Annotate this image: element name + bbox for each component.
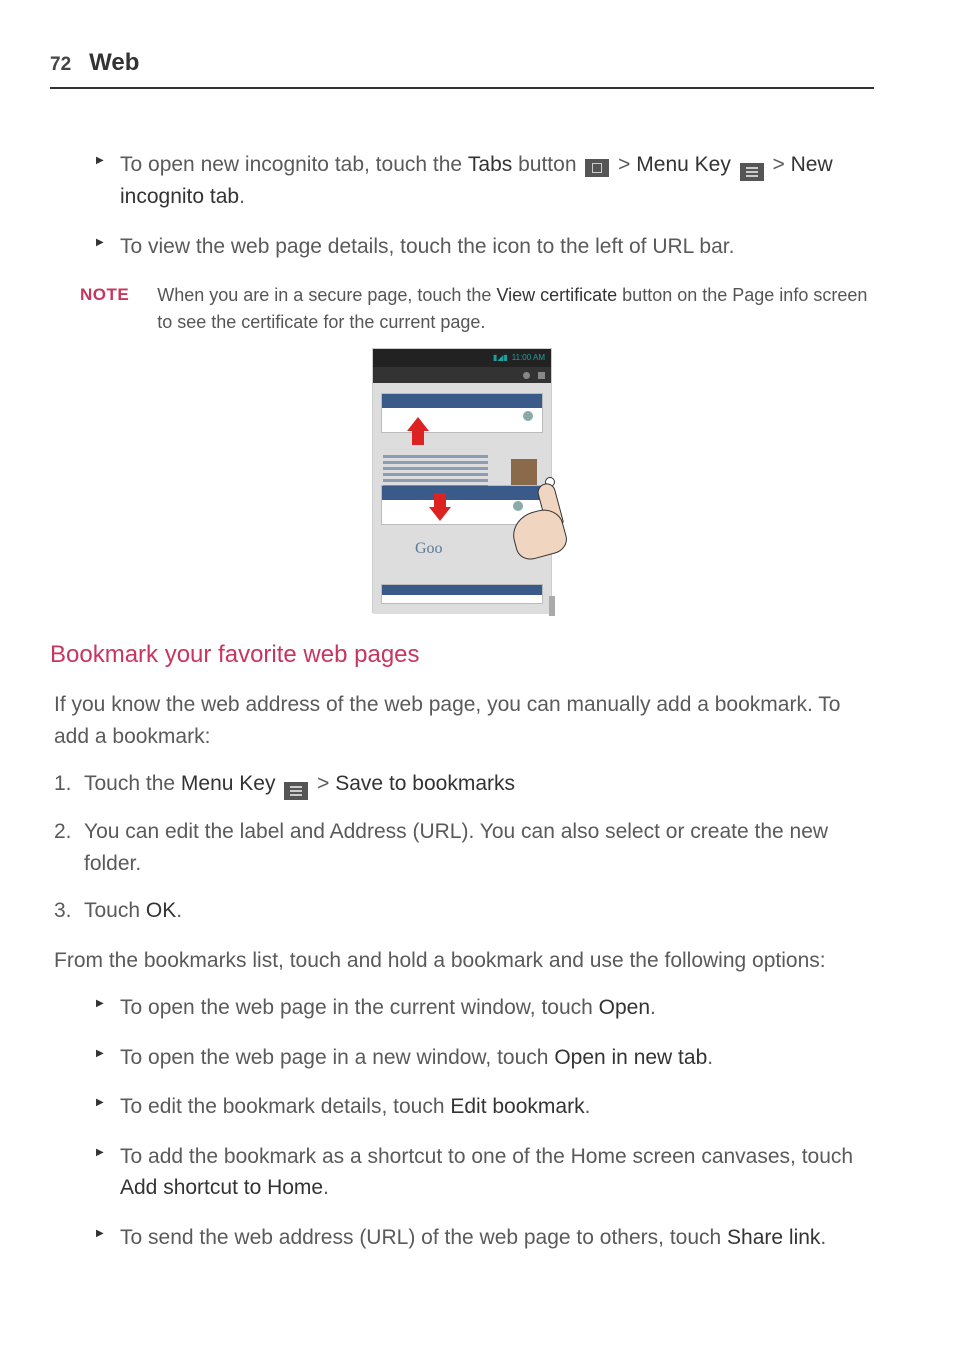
text: To view the web page details, touch the … bbox=[120, 235, 734, 258]
note-block: NOTE When you are in a secure page, touc… bbox=[50, 282, 874, 336]
text: . bbox=[585, 1095, 591, 1118]
text: You can edit the label and Address (URL)… bbox=[84, 820, 828, 875]
ok-label: OK bbox=[146, 899, 176, 922]
open-label: Open bbox=[599, 996, 650, 1019]
tabs-icon bbox=[585, 159, 609, 177]
menu-key-label: Menu Key bbox=[181, 772, 276, 795]
text: . bbox=[176, 899, 182, 922]
page-number: 72 bbox=[50, 51, 71, 80]
open-new-tab-label: Open in new tab bbox=[554, 1046, 707, 1069]
edit-bookmark-label: Edit bookmark bbox=[450, 1095, 584, 1118]
text: Touch the bbox=[84, 772, 181, 795]
card-google-news bbox=[381, 393, 543, 433]
menu-icon bbox=[740, 163, 764, 181]
page-header: 72 Web bbox=[50, 45, 874, 89]
text: To open the web page in the current wind… bbox=[120, 996, 599, 1019]
add-shortcut-label: Add shortcut to Home bbox=[120, 1176, 323, 1199]
text: . bbox=[820, 1226, 826, 1249]
phone-screenshot: ▮◢▮ 11:00 AM Goo bbox=[372, 348, 552, 613]
menu-icon bbox=[284, 782, 308, 800]
page-title: Web bbox=[89, 45, 139, 81]
shadow-edge bbox=[549, 596, 555, 616]
note-text: When you are in a secure page, touch the… bbox=[157, 282, 874, 336]
bookmark-icon bbox=[538, 372, 545, 379]
text: > bbox=[612, 153, 636, 176]
step-number: 1. bbox=[54, 768, 72, 800]
screenshot-body: Goo bbox=[373, 383, 551, 614]
step-number: 2. bbox=[54, 816, 72, 848]
text: To edit the bookmark details, touch bbox=[120, 1095, 450, 1118]
signal-icon: ▮◢▮ bbox=[493, 352, 508, 364]
save-bookmarks-label: Save to bookmarks bbox=[335, 772, 515, 795]
numbered-steps: 1. Touch the Menu Key > Save to bookmark… bbox=[50, 768, 874, 927]
view-certificate-label: View certificate bbox=[496, 285, 617, 305]
step-2: 2. You can edit the label and Address (U… bbox=[54, 816, 874, 879]
address-bar bbox=[373, 367, 551, 383]
tabs-label: Tabs bbox=[468, 153, 512, 176]
page-indicator-icon-2 bbox=[513, 501, 523, 511]
text: To open new incognito tab, touch the bbox=[120, 153, 468, 176]
page-indicator-icon bbox=[523, 411, 533, 421]
bullet-view-details: To view the web page details, touch the … bbox=[100, 231, 874, 263]
text: > bbox=[311, 772, 335, 795]
bullet-incognito: To open new incognito tab, touch the Tab… bbox=[100, 149, 874, 213]
text: . bbox=[323, 1176, 329, 1199]
top-bullet-list: To open new incognito tab, touch the Tab… bbox=[50, 149, 874, 262]
menu-key-label: Menu Key bbox=[636, 153, 731, 176]
card-bottom bbox=[381, 584, 543, 604]
text: . bbox=[650, 996, 656, 1019]
clock-text: 11:00 AM bbox=[512, 352, 545, 364]
step-number: 3. bbox=[54, 895, 72, 927]
text: To open the web page in a new window, to… bbox=[120, 1046, 554, 1069]
step-1: 1. Touch the Menu Key > Save to bookmark… bbox=[54, 768, 874, 800]
bullet-add-shortcut: To add the bookmark as a shortcut to one… bbox=[100, 1141, 874, 1204]
text: Touch bbox=[84, 899, 146, 922]
section-heading-bookmark: Bookmark your favorite web pages bbox=[50, 637, 874, 673]
google-logo-text: Goo bbox=[415, 537, 443, 561]
bullet-share-link: To send the web address (URL) of the web… bbox=[100, 1222, 874, 1254]
bullet-open-new-tab: To open the web page in a new window, to… bbox=[100, 1042, 874, 1074]
text: To send the web address (URL) of the web… bbox=[120, 1226, 727, 1249]
step-3: 3. Touch OK. bbox=[54, 895, 874, 927]
after-steps-paragraph: From the bookmarks list, touch and hold … bbox=[50, 945, 874, 977]
text: When you are in a secure page, touch the bbox=[157, 285, 496, 305]
text: > bbox=[767, 153, 791, 176]
arrow-down-icon bbox=[429, 493, 451, 521]
bullet-open: To open the web page in the current wind… bbox=[100, 992, 874, 1024]
screenshot-figure: ▮◢▮ 11:00 AM Goo bbox=[50, 348, 874, 613]
text: . bbox=[239, 185, 245, 208]
intro-paragraph: If you know the web address of the web p… bbox=[50, 689, 874, 752]
arrow-up-icon bbox=[407, 417, 429, 445]
text: button bbox=[512, 153, 582, 176]
note-label: NOTE bbox=[80, 282, 129, 336]
status-bar: ▮◢▮ 11:00 AM bbox=[373, 349, 551, 367]
finger-pointer-icon bbox=[541, 483, 559, 527]
options-bullet-list: To open the web page in the current wind… bbox=[50, 992, 874, 1253]
news-thumbnail bbox=[511, 459, 537, 485]
share-link-label: Share link bbox=[727, 1226, 820, 1249]
refresh-icon bbox=[523, 372, 530, 379]
bullet-edit-bookmark: To edit the bookmark details, touch Edit… bbox=[100, 1091, 874, 1123]
news-text-lines bbox=[383, 455, 488, 491]
text: To add the bookmark as a shortcut to one… bbox=[120, 1145, 853, 1168]
text: . bbox=[707, 1046, 713, 1069]
